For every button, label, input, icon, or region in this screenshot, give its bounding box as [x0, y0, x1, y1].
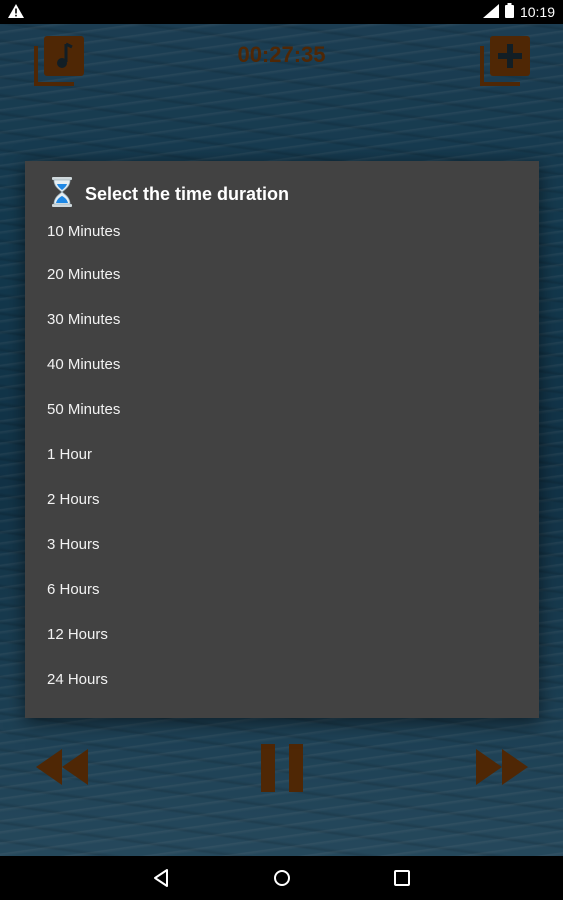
duration-option[interactable]: 10 Minutes — [25, 211, 539, 252]
duration-option[interactable]: 1 Hour — [25, 432, 539, 477]
time-duration-dialog: Select the time duration 10 Minutes 20 M… — [25, 161, 539, 718]
duration-option[interactable]: 3 Hours — [25, 522, 539, 567]
back-icon[interactable] — [152, 868, 172, 888]
battery-icon — [504, 3, 514, 21]
home-icon[interactable] — [272, 868, 292, 888]
hourglass-icon — [51, 176, 73, 212]
navigation-bar — [0, 856, 563, 900]
duration-options-list: 10 Minutes 20 Minutes 30 Minutes 40 Minu… — [25, 211, 539, 702]
status-bar: 10:19 — [0, 0, 563, 24]
duration-option[interactable]: 2 Hours — [25, 477, 539, 522]
status-time: 10:19 — [519, 4, 555, 20]
duration-option[interactable]: 6 Hours — [25, 567, 539, 612]
recents-icon[interactable] — [392, 868, 412, 888]
duration-option[interactable]: 30 Minutes — [25, 297, 539, 342]
dialog-title: Select the time duration — [85, 183, 290, 204]
duration-option[interactable]: 50 Minutes — [25, 387, 539, 432]
signal-icon — [482, 3, 499, 21]
duration-option[interactable]: 40 Minutes — [25, 342, 539, 387]
duration-option[interactable]: 24 Hours — [25, 657, 539, 702]
warning-icon — [8, 3, 24, 21]
dialog-header: Select the time duration — [25, 176, 539, 212]
duration-option[interactable]: 12 Hours — [25, 612, 539, 657]
duration-option[interactable]: 20 Minutes — [25, 252, 539, 297]
